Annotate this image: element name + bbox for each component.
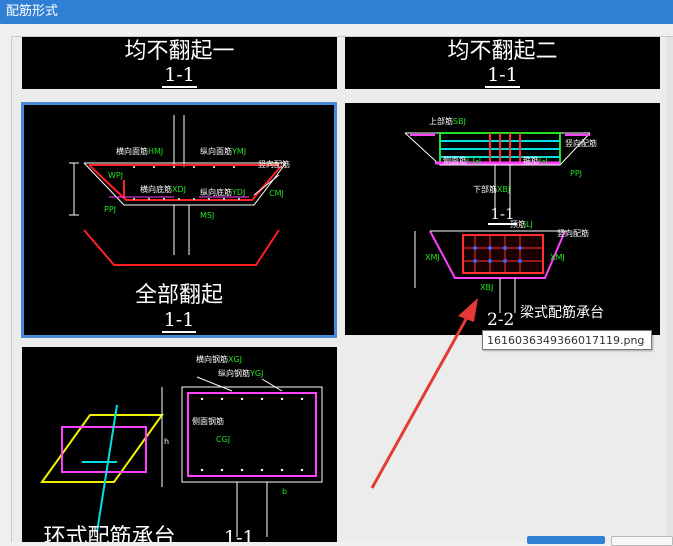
annotation-arrow xyxy=(370,298,478,489)
